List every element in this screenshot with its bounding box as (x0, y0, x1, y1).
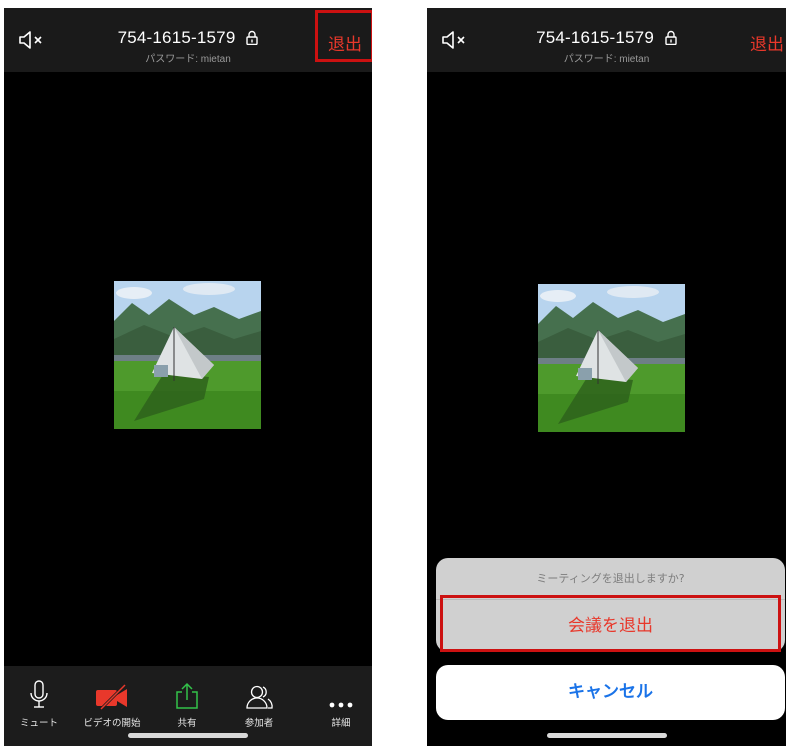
home-indicator[interactable] (546, 733, 667, 738)
more-icon (305, 676, 372, 710)
participants-label: 参加者 (244, 718, 274, 729)
exit-button-highlight (315, 10, 372, 62)
share-button[interactable]: 共有 (151, 666, 223, 729)
exit-button[interactable]: 退出 (750, 30, 784, 55)
participant-video-thumbnail (538, 284, 685, 432)
more-label: 詳細 (331, 718, 351, 729)
leave-meeting-dialog: ミーティングを退出しますか? 会議を退出 (436, 558, 785, 652)
meeting-screen-left: 754-1615-1579 パスワード: mietan 退出 ミュート ビデオの… (4, 8, 372, 746)
meeting-id-text: 754-1615-1579 (536, 28, 654, 47)
participants-button[interactable]: 参加者 (223, 666, 295, 729)
microphone-icon (4, 676, 75, 710)
share-icon (151, 676, 223, 710)
leave-meeting-button[interactable]: 会議を退出 (436, 595, 785, 652)
dialog-title: ミーティングを退出しますか? (536, 572, 685, 585)
meeting-password: パスワード: mietan (563, 54, 650, 65)
top-bar: 754-1615-1579 パスワード: mietan 退出 (4, 8, 372, 72)
lock-icon (246, 30, 259, 50)
more-button[interactable]: 詳細 (305, 666, 372, 729)
share-label: 共有 (177, 718, 197, 729)
cancel-button[interactable]: キャンセル (436, 665, 785, 720)
leave-meeting-highlight (440, 595, 781, 652)
meeting-screen-right: 754-1615-1579 パスワード: mietan 退出 ミーティングを退出… (427, 8, 786, 746)
meeting-id-text: 754-1615-1579 (117, 28, 236, 47)
start-video-button[interactable]: ビデオの開始 (76, 666, 148, 729)
participant-video-thumbnail (114, 281, 261, 429)
meeting-id[interactable]: 754-1615-1579 (427, 28, 786, 50)
top-bar: 754-1615-1579 パスワード: mietan 退出 (427, 8, 786, 72)
participants-icon (223, 676, 295, 710)
mute-label: ミュート (19, 718, 58, 729)
mute-button[interactable]: ミュート (4, 666, 75, 729)
video-off-icon (76, 676, 148, 710)
start-video-label: ビデオの開始 (83, 718, 141, 729)
lock-icon (665, 30, 677, 50)
home-indicator[interactable] (128, 733, 248, 738)
